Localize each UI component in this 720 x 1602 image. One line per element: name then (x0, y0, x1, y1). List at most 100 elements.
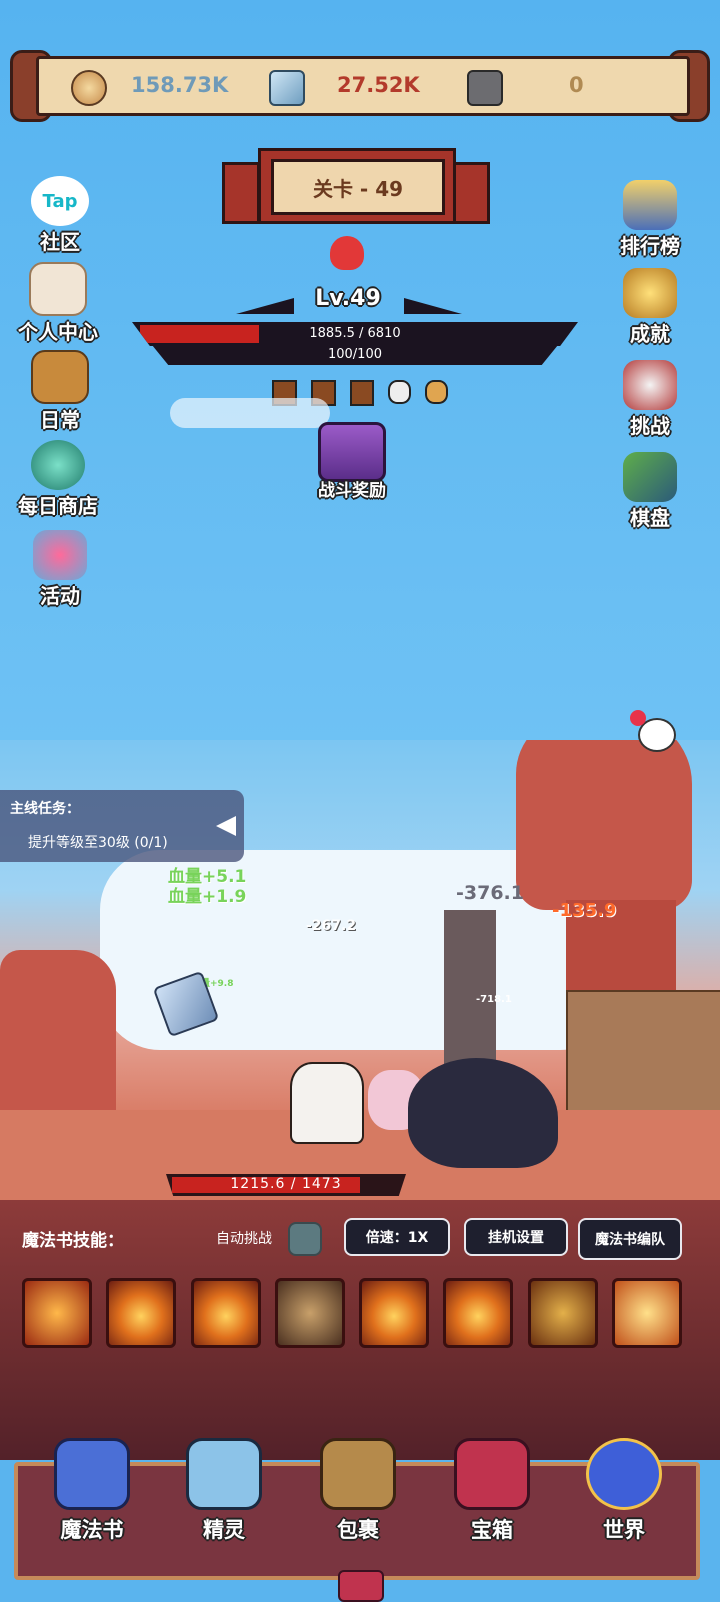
damage-text: -267.2 (306, 918, 357, 934)
boss-shield-bar: 100/100 (152, 345, 558, 365)
challenge-label: 挑战 (630, 414, 670, 438)
board-button[interactable]: 棋盘 (602, 452, 698, 531)
auto-challenge-label: 自动挑战 (216, 1231, 272, 1247)
nav-magic-book-label: 魔法书 (60, 1518, 124, 1542)
ranking-label: 排行榜 (620, 234, 680, 258)
banner-board: 关卡 - 49 (258, 148, 456, 224)
damage-text: -376.1 (456, 882, 524, 904)
stage-banner: 关卡 - 49 (222, 142, 490, 228)
quest-task: 提升等级至30级 (0/1) (28, 835, 168, 851)
board-icon (623, 452, 677, 502)
buff-skull-icon (388, 380, 412, 404)
bucket-daily-icon (31, 350, 89, 404)
damage-text: -135.9 (552, 900, 617, 921)
reward-cloud (170, 398, 330, 428)
daily-shop-label: 每日商店 (18, 494, 98, 518)
skill-row (22, 1278, 682, 1348)
daily-label: 日常 (40, 408, 80, 432)
player-hero (290, 1062, 364, 1144)
profile-button[interactable]: 个人中心 (10, 262, 106, 345)
daily-button[interactable]: 日常 (12, 350, 108, 433)
archer-skill-icon[interactable] (274, 1278, 345, 1348)
quest-collapse-icon[interactable] (216, 816, 236, 836)
daily-shop-button[interactable]: 每日商店 (10, 440, 106, 519)
bottom-nav: 魔法书 精灵 包裹 宝箱 世界 (14, 1438, 700, 1580)
rune-value: 0 (569, 73, 584, 97)
scorpion-boss (408, 1058, 558, 1168)
quest-panel[interactable]: 主线任务： 提升等级至30级 (0/1) (0, 790, 244, 862)
nav-world-label: 世界 (603, 1518, 645, 1542)
level-wing-right (404, 298, 462, 314)
rune-icon (467, 70, 503, 106)
bottom-chest-icon[interactable] (338, 1570, 384, 1602)
achievement-button[interactable]: 成就 (602, 268, 698, 347)
level-wing-left (236, 298, 294, 314)
golem-skill-icon[interactable] (527, 1278, 598, 1348)
boss-hp-bar: 1885.5 / 6810 (132, 322, 578, 346)
resource-paper: 158.73K 27.52K 0 (36, 56, 690, 116)
skull-challenge-icon (623, 360, 677, 410)
ranking-button[interactable]: 排行榜 (602, 180, 698, 259)
gold-value: 158.73K (131, 73, 229, 97)
damage-text: -718.1 (476, 994, 512, 1005)
buff-skull-gold-icon (425, 380, 448, 404)
fire-spirit-skill-icon[interactable] (190, 1278, 261, 1348)
tap-community-icon: Tap (31, 176, 89, 226)
crystal-ball-shop-icon (31, 440, 85, 490)
stage-label: 关卡 - 49 (271, 159, 445, 215)
idle-settings-button[interactable]: 挂机设置 (464, 1218, 568, 1256)
fire-blade-skill-icon[interactable] (22, 1278, 92, 1348)
banner-post-right (452, 162, 490, 224)
boss-level: Lv.49 (315, 286, 381, 311)
rock-pillar (516, 740, 692, 910)
nav-magic-book[interactable]: 魔法书 (32, 1438, 152, 1576)
event-button[interactable]: 活动 (12, 530, 108, 609)
fire-candle-skill-icon[interactable] (443, 1278, 514, 1348)
player-hp-bar: 1215.6 / 1473 (166, 1174, 406, 1196)
nav-spirit[interactable]: 精灵 (164, 1438, 284, 1576)
magic-book-icon (54, 1438, 130, 1510)
potion-event-icon (33, 530, 87, 580)
auto-challenge-toggle[interactable] (288, 1222, 322, 1256)
banner-post-left (222, 162, 260, 224)
treasure-chest-icon (454, 1438, 530, 1510)
scroll-profile-icon (29, 262, 87, 316)
nav-treasure[interactable]: 宝箱 (432, 1438, 552, 1576)
trophy-icon (623, 268, 677, 318)
fire-spirit-skill-icon[interactable] (359, 1278, 430, 1348)
player-hp-text: 1215.6 / 1473 (230, 1176, 342, 1192)
nav-backpack[interactable]: 包裹 (298, 1438, 418, 1576)
boss-skull-icon (330, 236, 364, 270)
battle-reward-label[interactable]: 战斗奖励 (298, 476, 406, 501)
chat-notification-dot (630, 710, 646, 726)
flame-burst-skill-icon[interactable] (611, 1278, 682, 1348)
sword-ranking-icon (623, 180, 677, 230)
treasure-chest-icon[interactable] (318, 422, 386, 482)
achievement-label: 成就 (630, 322, 670, 346)
resource-bar: 158.73K 27.52K 0 (10, 50, 710, 122)
boss-hp-text: 1885.5 / 6810 (309, 326, 401, 341)
gold-coin-icon (71, 70, 107, 106)
backpack-icon (320, 1438, 396, 1510)
nav-world[interactable]: 世界 (564, 1438, 684, 1576)
community-label: 社区 (40, 230, 80, 254)
community-button[interactable]: Tap 社区 (12, 176, 108, 255)
nav-spirit-label: 精灵 (203, 1518, 245, 1542)
speed-button[interactable]: 倍速：1X (344, 1218, 450, 1256)
event-label: 活动 (40, 584, 80, 608)
wooden-shack (566, 990, 720, 1114)
fire-candle-skill-icon[interactable] (106, 1278, 177, 1348)
challenge-button[interactable]: 挑战 (602, 360, 698, 439)
buff-book-icon (349, 380, 375, 406)
crystal-value: 27.52K (337, 73, 420, 97)
spellbook-team-button[interactable]: 魔法书编队 (578, 1218, 682, 1260)
nav-treasure-label: 宝箱 (471, 1518, 513, 1542)
spirit-crystal-icon (186, 1438, 262, 1510)
heal-text: 血量+1.9 (168, 887, 247, 907)
quest-title: 主线任务： (10, 801, 80, 817)
crystal-icon (269, 70, 305, 106)
board-label: 棋盘 (630, 506, 670, 530)
nav-backpack-label: 包裹 (337, 1518, 379, 1542)
world-eye-icon (586, 1438, 662, 1510)
skills-label: 魔法书技能： (22, 1231, 124, 1251)
